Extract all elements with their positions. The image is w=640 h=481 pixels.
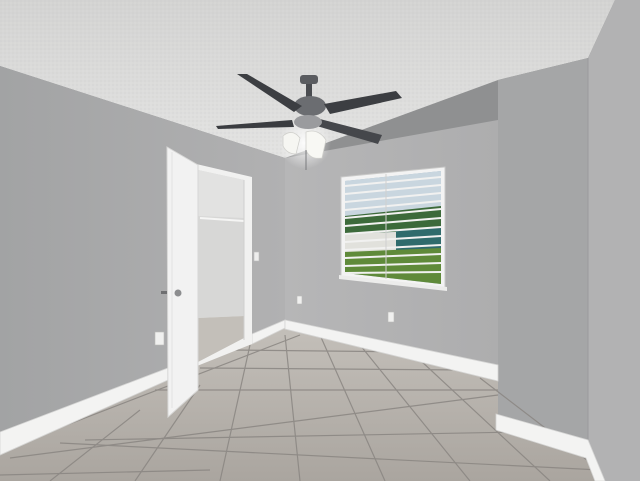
closet-doorway (192, 163, 252, 368)
wall-outlet (296, 295, 303, 305)
light-switch (253, 251, 260, 262)
wall-outlet (387, 311, 395, 323)
window (339, 166, 447, 291)
room-photo (0, 0, 640, 481)
wall-outlet (154, 331, 165, 346)
door-knob (174, 289, 182, 297)
